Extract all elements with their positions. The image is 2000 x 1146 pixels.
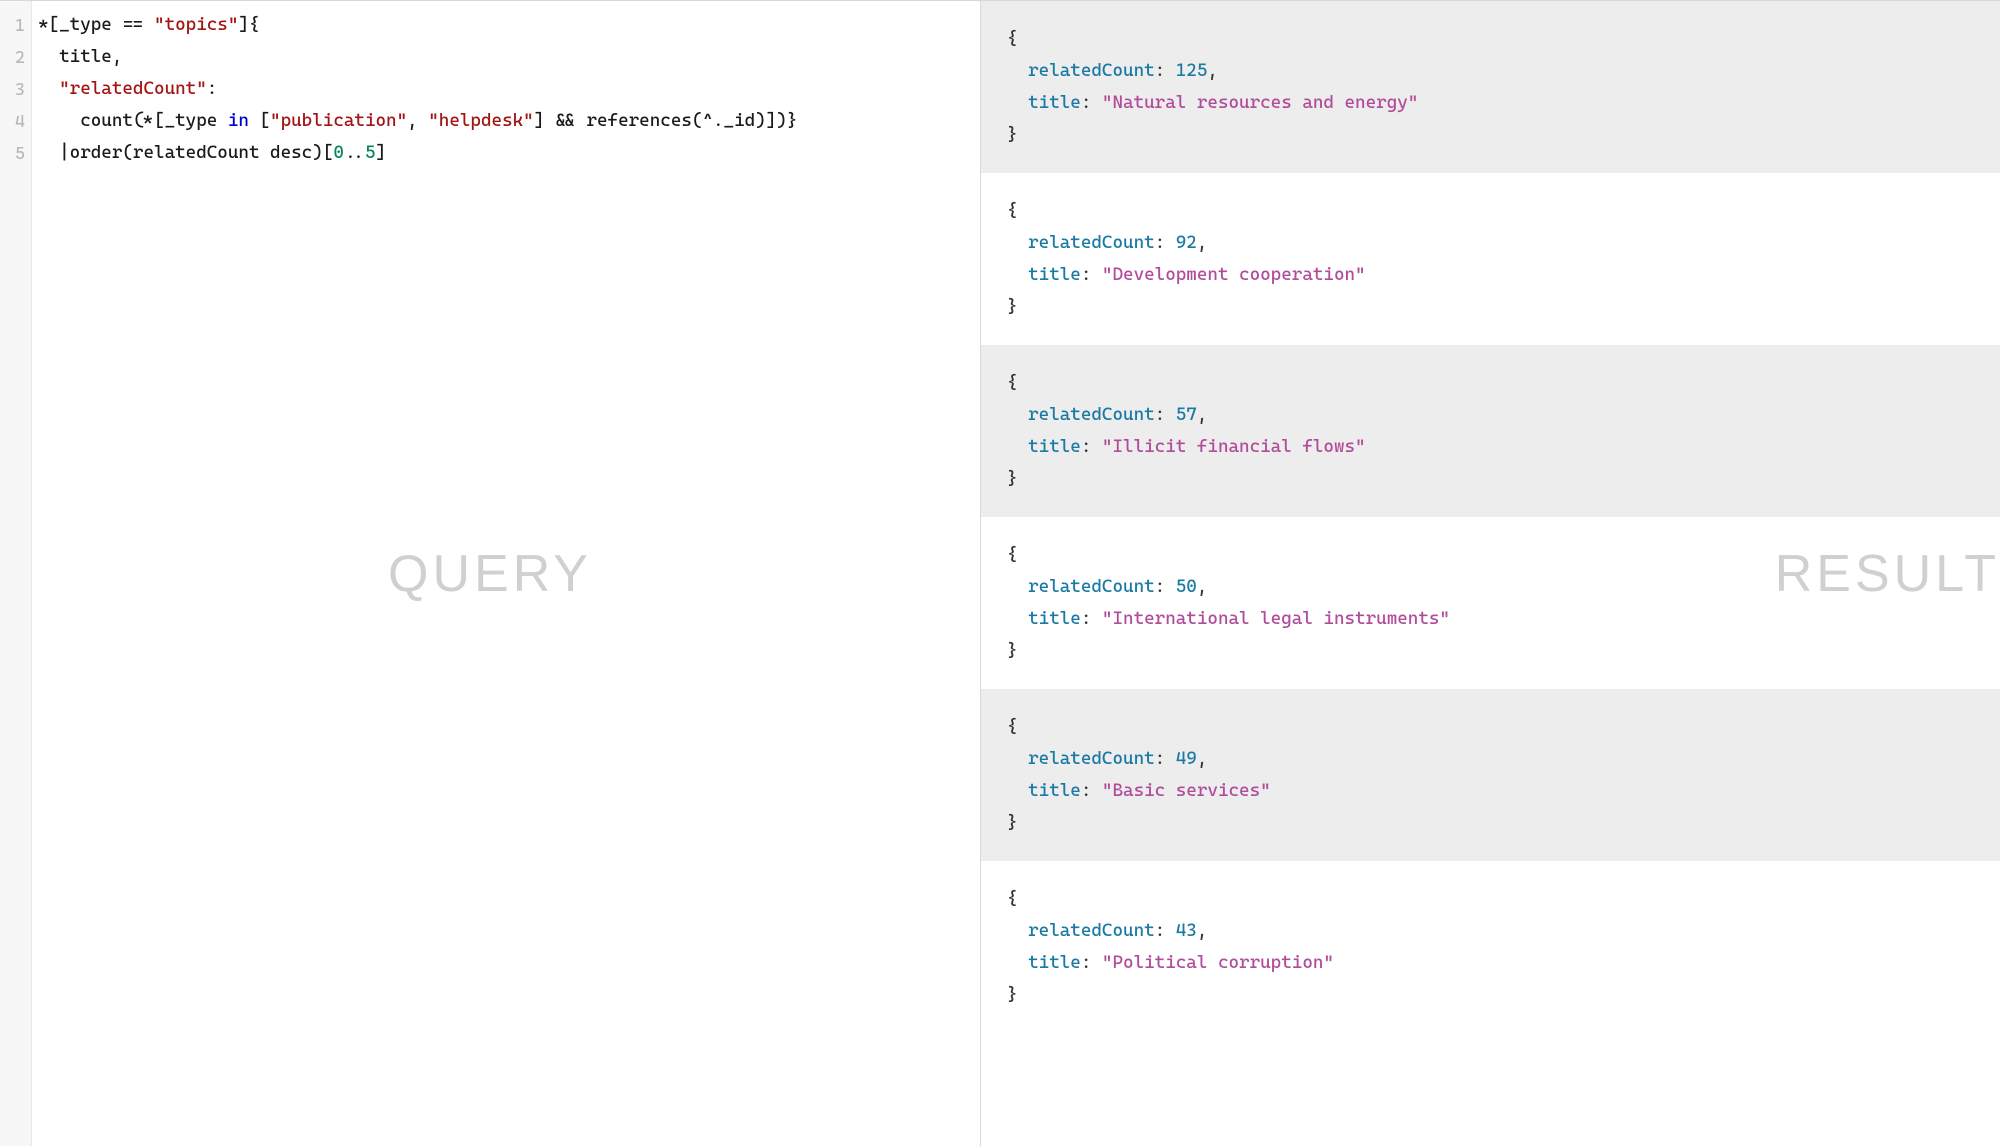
result-key: relatedCount <box>1028 60 1155 81</box>
result-key: title <box>1028 436 1081 457</box>
result-key: relatedCount <box>1028 920 1155 941</box>
result-count-value: 125 <box>1176 60 1208 81</box>
result-count-value: 49 <box>1176 748 1197 769</box>
code-line: count(*[_type in ["publication", "helpde… <box>38 110 797 131</box>
code-line: |order(relatedCount desc)[0..5] <box>38 142 386 163</box>
result-item[interactable]: { relatedCount: 57, title: "Illicit fina… <box>981 345 2000 517</box>
line-number: 3 <box>0 73 31 105</box>
line-number: 4 <box>0 105 31 137</box>
brace-open: { <box>1007 200 1018 221</box>
brace-open: { <box>1007 716 1018 737</box>
result-panel[interactable]: RESULT { relatedCount: 125, title: "Natu… <box>981 0 2000 1146</box>
code-line: title, <box>38 46 122 67</box>
brace-open: { <box>1007 888 1018 909</box>
result-count-value: 57 <box>1176 404 1197 425</box>
result-key: title <box>1028 952 1081 973</box>
result-key: title <box>1028 780 1081 801</box>
result-key: title <box>1028 264 1081 285</box>
brace-close: } <box>1007 984 1018 1005</box>
code-line: *[_type == "topics"]{ <box>38 14 259 35</box>
line-number-gutter: 1 2 3 4 5 <box>0 1 32 1146</box>
line-number: 1 <box>0 9 31 41</box>
query-editor[interactable]: *[_type == "topics"]{ title, "relatedCou… <box>32 1 980 1146</box>
brace-close: } <box>1007 812 1018 833</box>
result-title-value: "International legal instruments" <box>1102 608 1450 629</box>
brace-open: { <box>1007 28 1018 49</box>
brace-close: } <box>1007 124 1018 145</box>
result-title-value: "Basic services" <box>1102 780 1271 801</box>
brace-close: } <box>1007 640 1018 661</box>
brace-open: { <box>1007 372 1018 393</box>
result-title-value: "Natural resources and energy" <box>1102 92 1418 113</box>
result-item[interactable]: { relatedCount: 125, title: "Natural res… <box>981 1 2000 173</box>
result-item[interactable]: { relatedCount: 92, title: "Development … <box>981 173 2000 345</box>
result-count-value: 50 <box>1176 576 1197 597</box>
result-item[interactable]: { relatedCount: 43, title: "Political co… <box>981 861 2000 1033</box>
line-number: 5 <box>0 137 31 169</box>
results-container: { relatedCount: 125, title: "Natural res… <box>981 1 2000 1033</box>
result-title-value: "Political corruption" <box>1102 952 1334 973</box>
line-number: 2 <box>0 41 31 73</box>
brace-open: { <box>1007 544 1018 565</box>
result-item[interactable]: { relatedCount: 49, title: "Basic servic… <box>981 689 2000 861</box>
brace-close: } <box>1007 468 1018 489</box>
code-line: "relatedCount": <box>38 78 217 99</box>
result-key: title <box>1028 608 1081 629</box>
result-key: relatedCount <box>1028 404 1155 425</box>
result-key: relatedCount <box>1028 232 1155 253</box>
result-count-value: 92 <box>1176 232 1197 253</box>
result-key: relatedCount <box>1028 748 1155 769</box>
result-count-value: 43 <box>1176 920 1197 941</box>
brace-close: } <box>1007 296 1018 317</box>
result-title-value: "Illicit financial flows" <box>1102 436 1366 457</box>
query-panel: 1 2 3 4 5 *[_type == "topics"]{ title, "… <box>0 0 981 1146</box>
result-title-value: "Development cooperation" <box>1102 264 1366 285</box>
result-key: title <box>1028 92 1081 113</box>
result-key: relatedCount <box>1028 576 1155 597</box>
result-item[interactable]: { relatedCount: 50, title: "Internationa… <box>981 517 2000 689</box>
